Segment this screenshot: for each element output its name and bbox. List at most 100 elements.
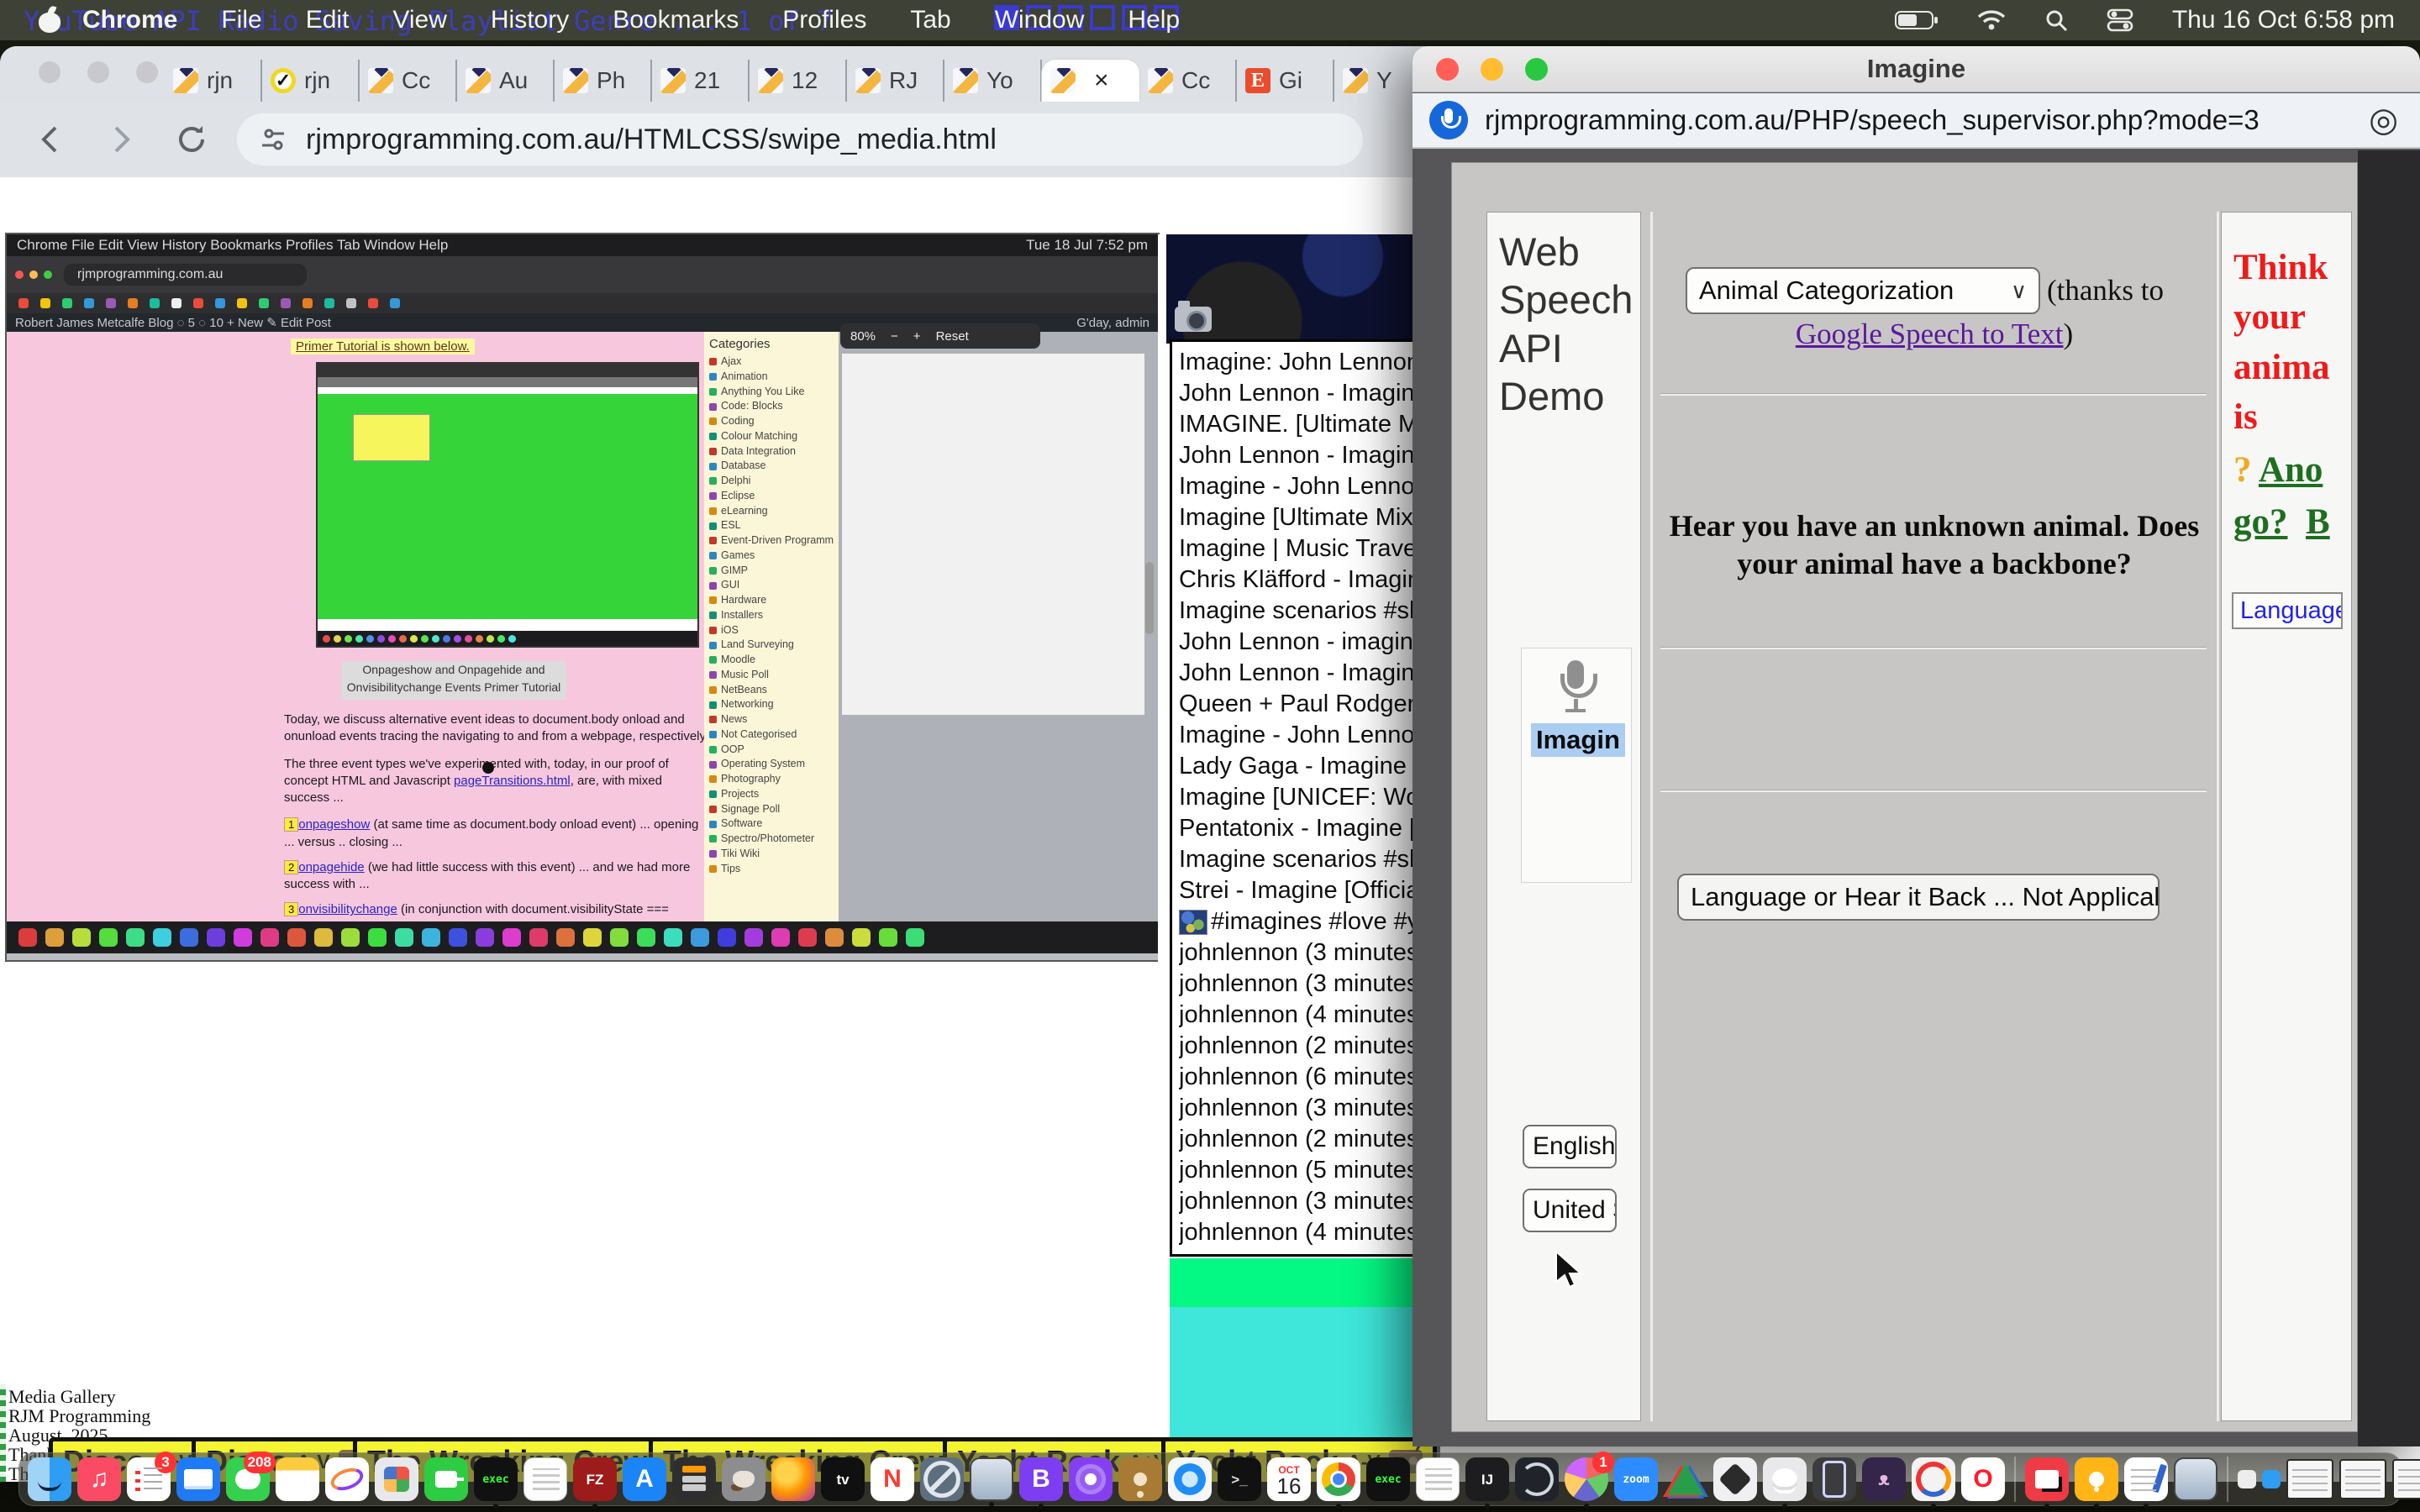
video-list-item[interactable]: John Lennon - Imagine (1179, 440, 1419, 471)
category-item[interactable]: Delphi (709, 474, 834, 489)
terminal-exec-2-icon[interactable]: exec (1366, 1457, 1410, 1501)
apple-menu-icon[interactable] (39, 8, 60, 33)
browser-tab-12[interactable]: EGi (1237, 60, 1334, 102)
category-item[interactable]: Operating System (709, 757, 834, 772)
tab-close-icon[interactable]: × (1094, 66, 1109, 95)
category-item[interactable]: Networking (709, 697, 834, 712)
zoom-icon[interactable]: zoom (1614, 1457, 1658, 1501)
category-item[interactable]: ESL (709, 518, 834, 533)
video-list-item[interactable]: johnlennon (5 minutes, (1179, 1155, 1419, 1186)
wifi-icon[interactable] (1977, 9, 2006, 31)
browser-tab-4[interactable]: Au (457, 60, 555, 102)
video-list-item[interactable]: johnlennon (3 minutes, (1179, 969, 1419, 1000)
category-item[interactable]: Music Poll (709, 668, 834, 683)
category-item[interactable]: Colour Matching (709, 429, 834, 444)
facetime-icon[interactable] (424, 1457, 468, 1501)
video-list-item[interactable]: Imagine scenarios #sho (1179, 844, 1419, 875)
category-item[interactable]: Installers (709, 608, 834, 623)
contacts-icon[interactable] (1118, 1457, 1162, 1501)
finder-icon[interactable] (28, 1457, 71, 1501)
another-go-link-2[interactable]: go? (2233, 502, 2288, 542)
video-list-item[interactable]: Imagine - John Lennon (1179, 720, 1419, 751)
min-window-2[interactable] (2339, 1459, 2386, 1499)
mini-safari[interactable] (2262, 1470, 2281, 1488)
category-item[interactable]: Spectro/Photometer (709, 832, 834, 847)
video-list-item[interactable]: johnlennon (2 minutes, (1179, 1124, 1419, 1155)
video-poster[interactable] (1166, 234, 1418, 344)
menubar-item-file[interactable]: File (221, 6, 261, 34)
primer-note[interactable]: Primer Tutorial is shown below. (291, 339, 475, 354)
imagine-window-controls[interactable] (1436, 58, 1548, 81)
forward-icon[interactable] (104, 123, 138, 156)
category-item[interactable]: Code: Blocks (709, 399, 834, 414)
zoom-in-button[interactable]: + (913, 329, 921, 344)
photo-cards-icon[interactable] (2025, 1457, 2069, 1501)
textedit-2-icon[interactable] (1416, 1457, 1460, 1501)
event-link[interactable]: onpageshow (298, 817, 370, 832)
inkscape-icon[interactable] (1713, 1457, 1757, 1501)
category-item[interactable]: Anything You Like (709, 385, 834, 400)
video-list-item[interactable]: Queen + Paul Rodgers (1179, 689, 1419, 720)
app-store-icon[interactable]: A (623, 1457, 666, 1501)
menubar-item-help[interactable]: Help (1128, 6, 1180, 34)
nested-screenshot[interactable]: Chrome File Edit View History Bookmarks … (7, 234, 1158, 960)
video-list-item[interactable]: Chris Kläfford - Imagine (1179, 564, 1419, 596)
mail-icon[interactable] (176, 1457, 220, 1501)
news-icon[interactable]: N (871, 1457, 914, 1501)
recognized-word[interactable]: Imagin (1531, 723, 1625, 757)
do-not-sign-icon[interactable] (920, 1457, 964, 1501)
podcasts-icon[interactable] (1069, 1457, 1113, 1501)
category-item[interactable]: Moodle (709, 653, 834, 668)
opera-icon[interactable]: O (1961, 1457, 2005, 1501)
preview-icon[interactable] (970, 1457, 1013, 1501)
category-item[interactable]: Tips (709, 862, 834, 877)
category-item[interactable]: Coding (709, 414, 834, 429)
video-list-item[interactable]: Lady Gaga - Imagine [L (1179, 751, 1419, 782)
browser-tab-8[interactable]: RJ (847, 60, 944, 102)
video-list-item[interactable]: johnlennon (2 minutes, (1179, 1031, 1419, 1062)
min-window-3[interactable] (2392, 1459, 2420, 1499)
browser-tab-10[interactable]: × (1042, 60, 1139, 102)
video-list-item[interactable]: johnlennon (4 minutes, (1179, 1000, 1419, 1031)
video-list-item[interactable]: Imagine [UNICEF: Worl (1179, 782, 1419, 813)
category-item[interactable]: Animation (709, 370, 834, 385)
menu-clock[interactable]: Thu 16 Oct 6:58 pm (2172, 6, 2395, 34)
category-item[interactable]: Signage Poll (709, 802, 834, 817)
video-list-item[interactable]: John Lennon - Imagine (1179, 378, 1419, 409)
mini-ghost[interactable] (2238, 1470, 2256, 1488)
menubar-item-window[interactable]: Window (995, 6, 1085, 34)
video-list-item[interactable]: Imagine scenarios #sho (1179, 596, 1419, 627)
video-list-item[interactable]: Imagine - John Lennon (1179, 471, 1419, 502)
sticker-face-icon[interactable] (1862, 1457, 1906, 1501)
category-item[interactable]: Projects (709, 787, 834, 802)
category-item[interactable]: NetBeans (709, 683, 834, 698)
bbedit-icon[interactable]: B (1019, 1457, 1063, 1501)
launchpad-icon[interactable] (375, 1457, 418, 1501)
category-item[interactable]: GUI (709, 578, 834, 593)
eye-icon[interactable]: ◎ (2369, 101, 2398, 139)
browser-tab-1[interactable]: rjn (165, 60, 262, 102)
notes-icon[interactable] (276, 1457, 319, 1501)
zoom-out-button[interactable]: − (891, 329, 898, 344)
calculator-icon[interactable] (672, 1457, 716, 1501)
google-speech-link[interactable]: Google Speech to Text (1796, 318, 2064, 350)
paint-palette-icon[interactable]: 1 (1565, 1457, 1608, 1501)
browser-tab-6[interactable]: 21 (652, 60, 750, 102)
menubar-item-view[interactable]: View (392, 6, 446, 34)
menubar-item-profiles[interactable]: Profiles (782, 6, 866, 34)
menubar-item-chrome[interactable]: Chrome (82, 6, 177, 34)
menubar-item-edit[interactable]: Edit (306, 6, 350, 34)
category-item[interactable]: Not Categorised (709, 727, 834, 743)
video-list-item[interactable]: John Lennon - imagine (1179, 627, 1419, 658)
browser-tab-2[interactable]: ✓rjn (262, 60, 360, 102)
video-list-item[interactable]: IMAGINE. [Ultimate Mix (1179, 409, 1419, 440)
language-select[interactable]: English (1523, 1125, 1617, 1168)
video-list-item[interactable]: Imagine [Ultimate Mix] ( (1179, 502, 1419, 533)
imagine-titlebar[interactable]: Imagine (1413, 46, 2420, 92)
another-go-link[interactable]: Ano (2259, 450, 2323, 490)
category-item[interactable]: Software (709, 816, 834, 832)
video-list-item[interactable]: John Lennon - Imagine (1179, 658, 1419, 689)
kaleidoscope-icon[interactable] (1664, 1457, 1707, 1501)
category-item[interactable]: Database (709, 459, 834, 474)
video-list-item[interactable]: Strei - Imagine [Official (1179, 875, 1419, 906)
